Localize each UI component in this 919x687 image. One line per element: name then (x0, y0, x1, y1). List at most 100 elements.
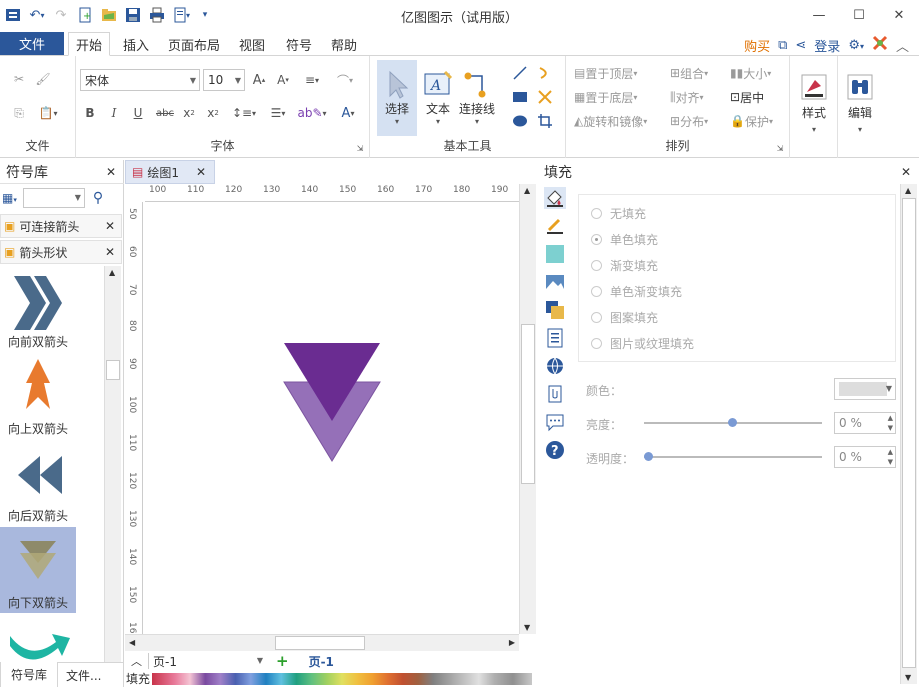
italic-icon[interactable]: I (106, 104, 122, 122)
fill-option-texture[interactable]: 图片或纹理填充 (591, 335, 694, 352)
login-link[interactable]: 登录 (814, 36, 840, 55)
format-painter-icon[interactable]: 🖌 (34, 70, 52, 88)
apps-logo-icon[interactable] (872, 35, 888, 55)
shape-forward-double-arrow[interactable]: 向前双箭头 (0, 266, 76, 352)
close-window-button[interactable]: ✕ (879, 1, 919, 29)
fill-paint-bucket-icon[interactable] (544, 187, 566, 209)
superscript-icon[interactable]: x2 (204, 104, 222, 122)
tab-file-library[interactable]: 文件... (58, 663, 109, 687)
transparency-input[interactable]: 0 % ▲ ▼ (834, 446, 896, 468)
radio-single-gradient[interactable] (591, 286, 602, 297)
page-properties-icon[interactable] (544, 327, 566, 349)
brightness-slider[interactable] (644, 418, 822, 427)
group-button[interactable]: ⊞ 组合 ▾ (670, 64, 708, 82)
fill-panel-close-icon[interactable]: ✕ (901, 165, 911, 179)
arrange-dialog-launcher-icon[interactable]: ⇲ (775, 143, 785, 153)
hyperlink-globe-icon[interactable] (544, 355, 566, 377)
freeform-tool-icon[interactable] (536, 88, 554, 106)
text-path-icon[interactable]: ⌒ ▾ (330, 71, 360, 89)
scroll-up-icon[interactable]: ▲ (109, 268, 115, 277)
scroll-down-icon[interactable]: ▼ (905, 673, 911, 682)
attachment-icon[interactable] (544, 383, 566, 405)
tab-insert[interactable]: 插入 (116, 32, 156, 56)
font-size-select[interactable]: 10 ▼ (203, 69, 245, 91)
shape-curved-arrow[interactable] (0, 616, 76, 663)
fill-option-none[interactable]: 无填充 (591, 205, 646, 222)
text-tool-button[interactable]: A 文本 ▾ (420, 60, 456, 136)
fill-panel-scrollbar[interactable]: ▲ ▼ (900, 184, 917, 684)
add-page-icon[interactable]: + (276, 652, 289, 670)
fill-option-single-gradient[interactable]: 单色渐变填充 (591, 283, 682, 300)
library-category-connectable-arrows[interactable]: ▣ 可连接箭头 ✕ (0, 214, 122, 238)
grow-font-icon[interactable]: A ▴ (250, 71, 268, 89)
shape-up-double-arrow[interactable]: 向上双箭头 (0, 353, 76, 439)
curve-tool-icon[interactable] (536, 64, 554, 82)
canvas-horizontal-scrollbar[interactable]: ◀ ▶ (125, 634, 519, 651)
rectangle-tool-icon[interactable] (511, 88, 529, 106)
tab-view[interactable]: 视图 (232, 32, 272, 56)
crop-tool-icon[interactable] (536, 112, 554, 130)
tab-help[interactable]: 帮助 (325, 32, 363, 56)
tab-symbol[interactable]: 符号 (280, 32, 318, 56)
underline-icon[interactable]: U (130, 104, 146, 122)
category-close-icon[interactable]: ✕ (105, 245, 115, 259)
help-icon[interactable]: ? (544, 439, 566, 461)
bold-icon[interactable]: B (82, 104, 98, 122)
library-category-arrow-shapes[interactable]: ▣ 箭头形状 ✕ (0, 240, 122, 264)
transparency-slider-handle[interactable] (644, 452, 653, 461)
scroll-up-icon[interactable]: ▲ (524, 186, 530, 195)
color-swatches[interactable] (152, 672, 533, 685)
color-picker[interactable]: ▼ (834, 378, 896, 400)
minimize-button[interactable]: — (799, 1, 839, 29)
text-align-icon[interactable]: ≡ ▾ (298, 71, 326, 89)
shape-back-double-arrow[interactable]: 向后双箭头 (0, 440, 76, 526)
brightness-input[interactable]: 0 % ▲ ▼ (834, 412, 896, 434)
ribbon-collapse-icon[interactable]: ︿ (896, 36, 909, 55)
paste-icon[interactable]: 📋 ▾ (34, 104, 62, 122)
scroll-down-icon[interactable]: ▼ (524, 623, 530, 632)
page-nav-up-icon[interactable]: ︿ (131, 653, 142, 669)
shape-down-double-arrow[interactable]: 向下双箭头 (0, 527, 76, 613)
maximize-button[interactable]: ☐ (839, 1, 879, 29)
select-tool-button[interactable]: 选择 ▾ (377, 60, 417, 136)
strikethrough-icon[interactable]: abc (154, 104, 176, 122)
tab-page-layout[interactable]: 页面布局 (164, 32, 224, 56)
scroll-up-icon[interactable]: ▲ (905, 186, 911, 195)
style-button[interactable]: 样式 ▾ (796, 62, 832, 146)
vertical-scroll-thumb[interactable] (521, 324, 535, 484)
subscript-icon[interactable]: x2 (180, 104, 198, 122)
drawing-page[interactable] (145, 204, 519, 634)
line-tool-icon[interactable] (511, 64, 529, 82)
edit-button[interactable]: 编辑 ▾ (842, 62, 878, 146)
shadow-icon[interactable] (544, 243, 566, 265)
image-icon[interactable] (544, 271, 566, 293)
document-close-icon[interactable]: ✕ (196, 165, 206, 179)
tab-home[interactable]: 开始 (68, 32, 110, 56)
layers-icon[interactable] (544, 299, 566, 321)
radio-texture[interactable] (591, 338, 602, 349)
scroll-left-icon[interactable]: ◀ (129, 638, 135, 647)
fill-option-pattern[interactable]: 图案填充 (591, 309, 658, 326)
font-dialog-launcher-icon[interactable]: ⇲ (355, 143, 365, 153)
share-frame-icon[interactable]: ⧉ (778, 38, 787, 53)
align-button[interactable]: ⫼ 对齐 ▾ (670, 88, 704, 106)
settings-gear-icon[interactable]: ⚙▾ (848, 38, 864, 53)
line-spacing-icon[interactable]: ↕≡ ▾ (230, 104, 258, 122)
protect-button[interactable]: 🔒 保护 ▾ (730, 112, 773, 130)
bring-to-front-button[interactable]: ▤ 置于顶层 ▾ (574, 64, 637, 82)
font-family-select[interactable]: 宋体 ▼ (80, 69, 200, 91)
down-double-arrow-shape[interactable] (145, 204, 519, 634)
radio-pattern[interactable] (591, 312, 602, 323)
line-style-icon[interactable] (544, 215, 566, 237)
send-to-back-button[interactable]: ▦ 置于底层 ▾ (574, 88, 637, 106)
library-search-input[interactable]: ▼ (22, 188, 85, 208)
center-button[interactable]: ⊡ 居中 (730, 88, 764, 106)
horizontal-scroll-thumb[interactable] (275, 636, 365, 650)
distribute-button[interactable]: ⊞ 分布 ▾ (670, 112, 708, 130)
category-close-icon[interactable]: ✕ (105, 219, 115, 233)
library-close-icon[interactable]: ✕ (106, 165, 116, 179)
library-scrollbar[interactable]: ▲ (104, 266, 121, 663)
radio-gradient[interactable] (591, 260, 602, 271)
file-menu-button[interactable]: 文件 (0, 32, 64, 55)
library-search-icon[interactable]: ⚲ (93, 190, 103, 206)
